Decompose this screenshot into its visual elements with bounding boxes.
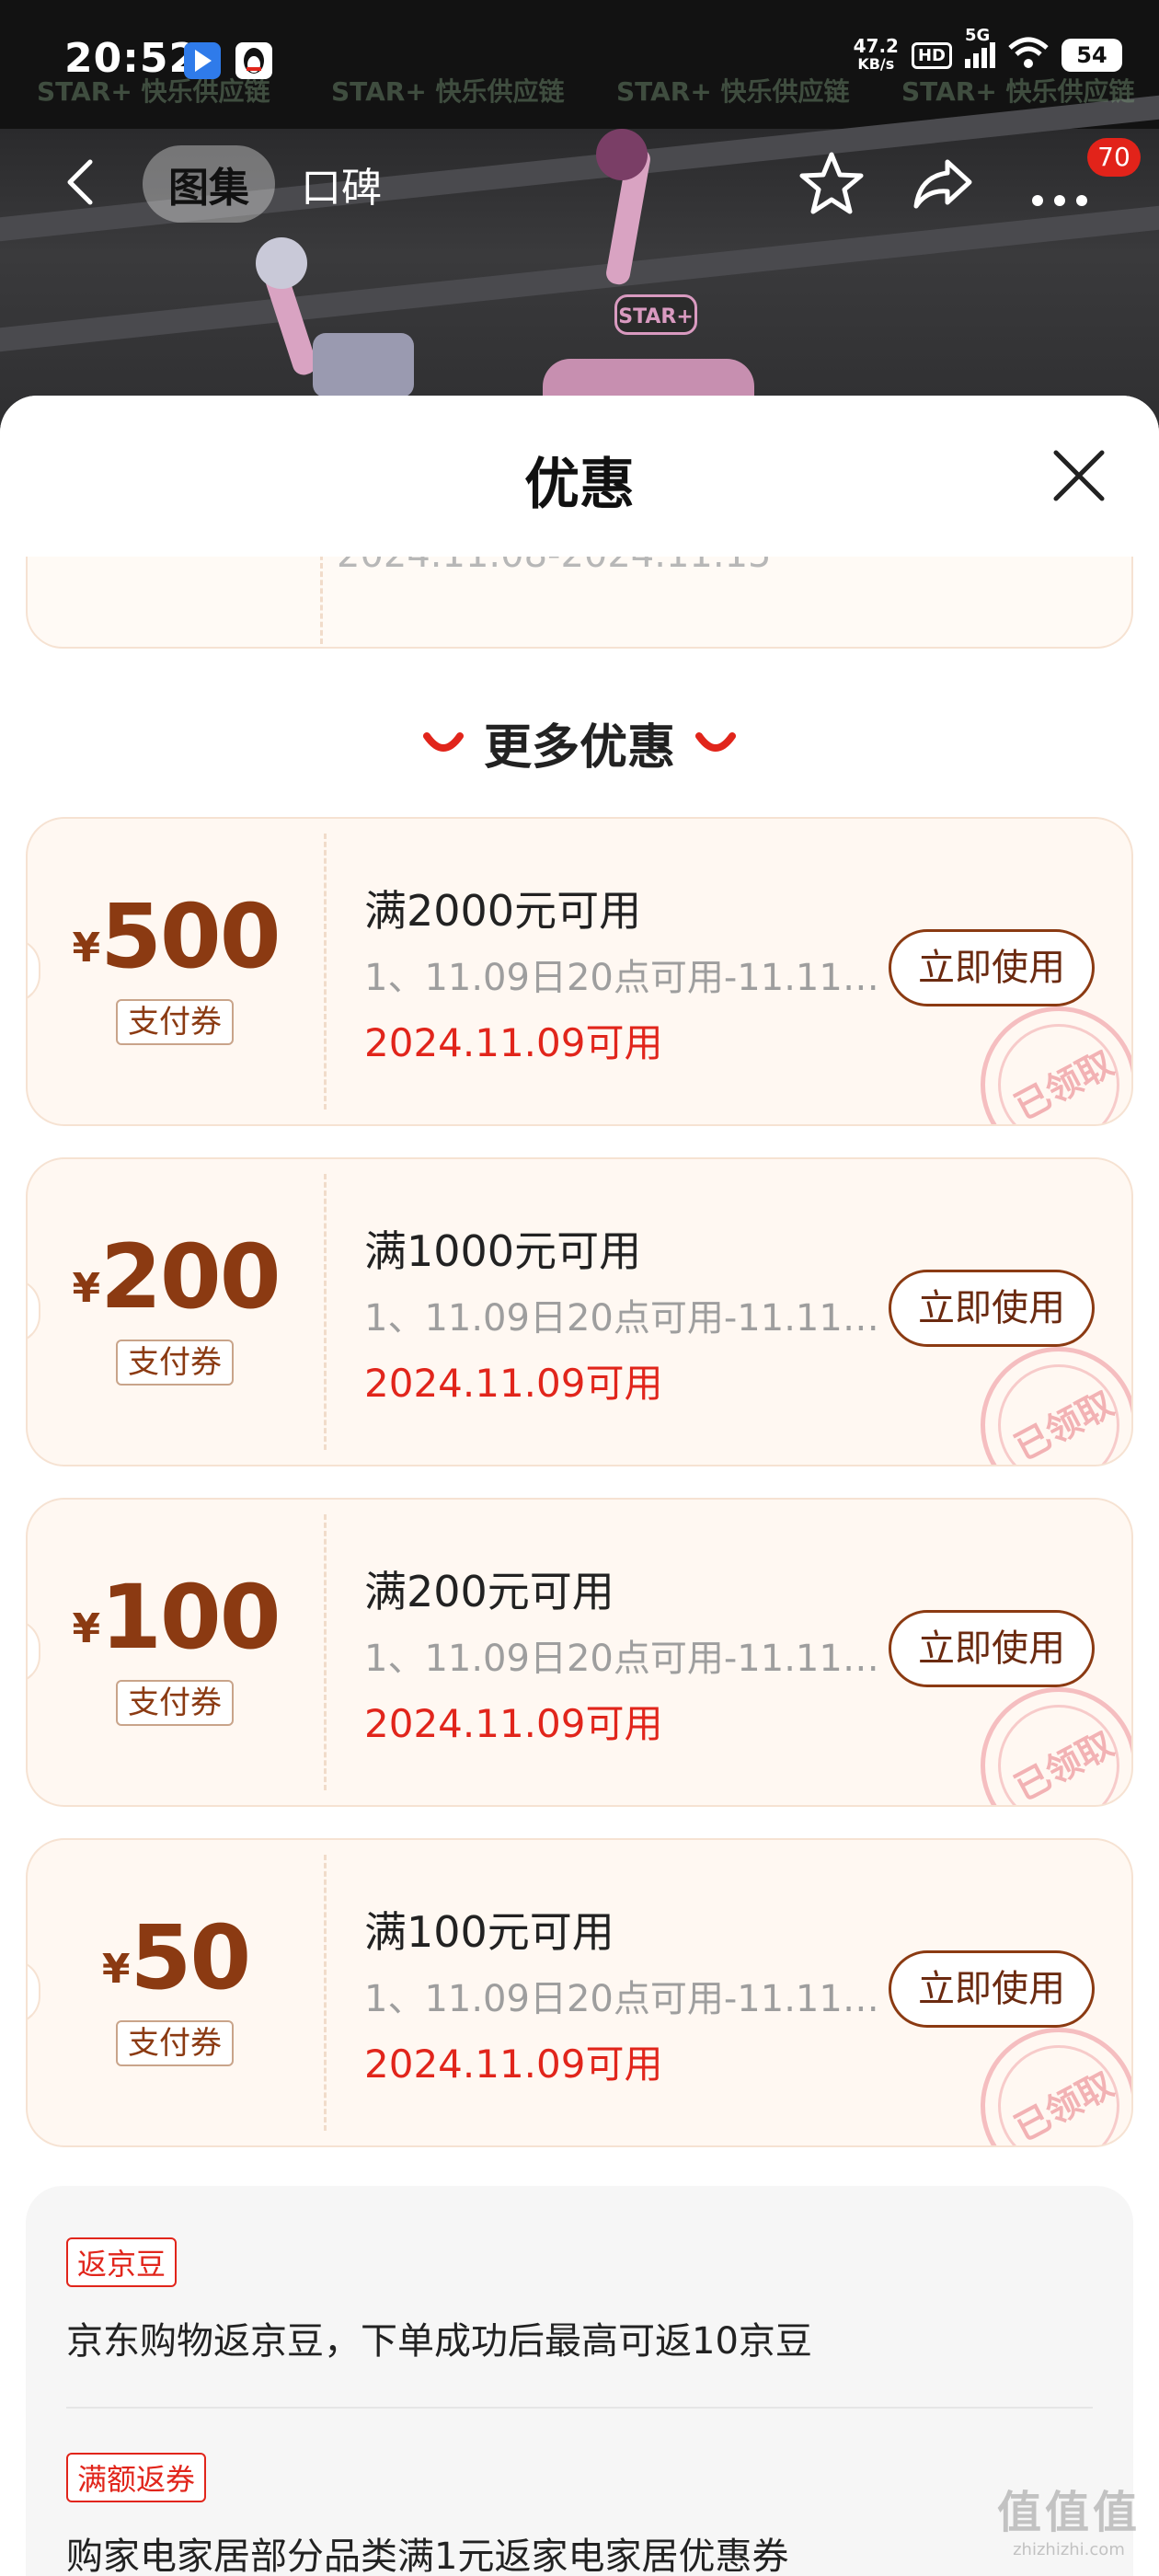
claimed-stamp: 已领取 xyxy=(981,1347,1131,1465)
coupon-description: 1、11.09日20点可用-11.11日23:59:59结束 xyxy=(364,957,879,999)
use-now-button[interactable]: 立即使用 xyxy=(889,1610,1095,1687)
product-tag xyxy=(313,333,414,397)
coupon-description: 1、11.09日20点可用-11.11日23:59:59结束 xyxy=(364,1638,879,1680)
close-icon[interactable] xyxy=(1047,443,1111,508)
coupon-type-badge: 支付券 xyxy=(116,999,234,1045)
coupon-description: 1、11.09日20点可用-11.11日23:59:59结束 xyxy=(364,1297,879,1340)
more-offers-header: 更多优惠 xyxy=(0,708,1159,777)
sheet-title: 优惠 xyxy=(524,453,635,517)
coupon-valid-date: 2024.11.09可用 xyxy=(364,2041,663,2087)
coupon-type-badge: 支付券 xyxy=(116,1340,234,1386)
extra-benefits-panel: 返京豆 京东购物返京豆，下单成功后最高可返10京豆 满额返券 购家电家居部分品类… xyxy=(26,2186,1133,2576)
tab-reviews[interactable]: 口碑 xyxy=(275,145,407,223)
coupon-type-badge: 支付券 xyxy=(116,1680,234,1726)
site-watermark-logo: 值值值 zhizhizhi.com xyxy=(996,2487,1141,2559)
app-notification-icon xyxy=(184,42,221,79)
use-now-button[interactable]: 立即使用 xyxy=(889,1950,1095,2028)
benefit-text: 京东购物返京豆，下单成功后最高可返10京豆 xyxy=(66,2320,812,2363)
coupon-card: ¥500 支付券 满2000元可用 1、11.09日20点可用-11.11日23… xyxy=(26,817,1133,1126)
signal-icon: 5G xyxy=(965,26,995,68)
coupon-divider xyxy=(324,834,327,1110)
coupon-divider xyxy=(324,1514,327,1790)
coupon-amount: ¥500 xyxy=(72,885,281,988)
status-time: 20:52 xyxy=(64,35,199,82)
status-indicators: 47.2 KB/s HD 5G 54 xyxy=(853,26,1122,74)
battery-indicator: 54 xyxy=(1061,39,1122,72)
tab-gallery[interactable]: 图集 xyxy=(143,145,275,223)
use-now-button[interactable]: 立即使用 xyxy=(889,1270,1095,1347)
coupon-valid-date: 2024.11.09可用 xyxy=(364,1020,663,1065)
use-now-button[interactable]: 立即使用 xyxy=(889,929,1095,1006)
coupon-card: ¥100 支付券 满200元可用 1、11.09日20点可用-11.11日23:… xyxy=(26,1498,1133,1807)
offers-sheet: 2024.11.08-2024.11.15 优惠 更多优惠 ¥500 支付券 满… xyxy=(0,396,1159,2576)
back-button[interactable] xyxy=(55,155,110,210)
smile-decoration-icon xyxy=(695,731,736,752)
coupon-valid-date: 2024.11.09可用 xyxy=(364,1701,663,1746)
wifi-icon xyxy=(1008,37,1049,74)
coupon-card: ¥50 支付券 满100元可用 1、11.09日20点可用-11.11日23:5… xyxy=(26,1838,1133,2147)
claimed-stamp: 已领取 xyxy=(981,2028,1131,2145)
more-options-icon[interactable] xyxy=(1023,147,1096,221)
coupon-condition: 满200元可用 xyxy=(364,1567,614,1616)
coupon-condition: 满100元可用 xyxy=(364,1907,614,1957)
benefit-item: 满额返券 购家电家居部分品类满1元返家电家居优惠券 xyxy=(66,2453,788,2576)
coupon-divider xyxy=(324,1855,327,2131)
benefit-text: 购家电家居部分品类满1元返家电家居优惠券 xyxy=(66,2536,789,2576)
benefit-tag: 返京豆 xyxy=(66,2237,178,2287)
benefit-tag: 满额返券 xyxy=(66,2453,207,2502)
coupon-valid-date: 2024.11.09可用 xyxy=(364,1361,663,1406)
claimed-stamp: 已领取 xyxy=(981,1006,1131,1124)
share-icon[interactable] xyxy=(907,147,981,221)
hd-voice-icon: HD xyxy=(911,41,952,69)
coupon-amount: ¥200 xyxy=(72,1225,281,1328)
favorite-star-icon[interactable] xyxy=(795,147,868,221)
product-straw-cap xyxy=(256,237,307,289)
coupon-amount: ¥50 xyxy=(101,1906,251,2009)
nav-tabs: 图集 口碑 xyxy=(143,145,407,223)
coupon-card: ¥200 支付券 满1000元可用 1、11.09日20点可用-11.11日23… xyxy=(26,1157,1133,1466)
top-nav-bar: 图集 口碑 70 xyxy=(0,129,1159,239)
claimed-stamp: 已领取 xyxy=(981,1687,1131,1805)
smile-decoration-icon xyxy=(422,731,464,752)
qq-penguin-icon xyxy=(235,42,272,79)
network-speed: 47.2 KB/s xyxy=(853,35,899,73)
status-bar: 20:52 47.2 KB/s HD 5G 54 xyxy=(0,0,1159,129)
coupon-divider xyxy=(324,1174,327,1450)
coupon-amount: ¥100 xyxy=(72,1566,281,1669)
coupon-type-badge: 支付券 xyxy=(116,2020,234,2066)
coupon-condition: 满1000元可用 xyxy=(364,1226,642,1276)
notification-badge: 70 xyxy=(1087,138,1141,177)
more-offers-title: 更多优惠 xyxy=(483,720,675,776)
sheet-header: 优惠 xyxy=(0,396,1159,557)
coupon-description: 1、11.09日20点可用-11.11日23:59:59结束 xyxy=(364,1978,879,2020)
divider xyxy=(66,2407,1093,2409)
benefit-item: 返京豆 京东购物返京豆，下单成功后最高可返10京豆 xyxy=(66,2237,812,2364)
product-brand-tag: STAR+ xyxy=(614,294,697,335)
coupon-condition: 满2000元可用 xyxy=(364,886,642,936)
